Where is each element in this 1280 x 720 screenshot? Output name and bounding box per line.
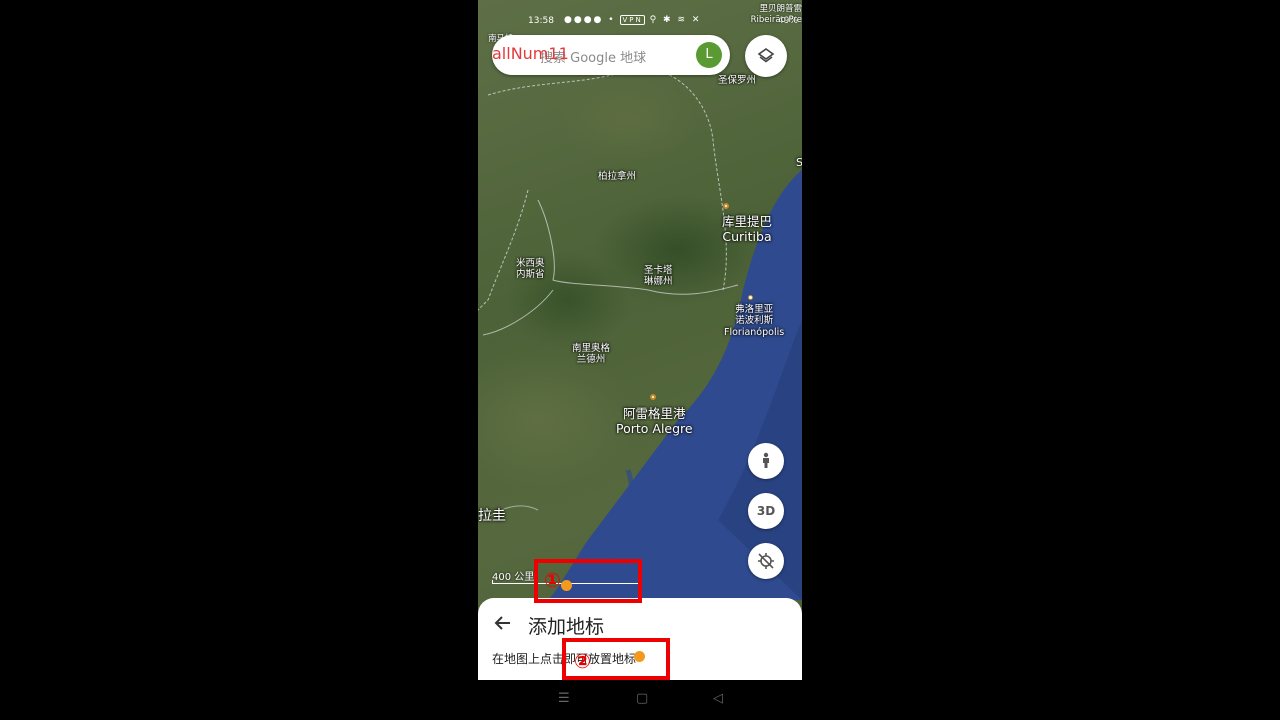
- map-label-parana: 柏拉拿州: [598, 171, 637, 182]
- vpn-badge: VPN: [620, 15, 645, 25]
- signal-icons: ⚲ ✱ ≋ ✕: [649, 15, 702, 25]
- annotation-dot-2: [634, 651, 645, 662]
- map-label-florianopolis[interactable]: 弗洛里亚 诺波利斯 Florianópolis: [724, 304, 784, 338]
- city-pin-florianopolis[interactable]: [748, 295, 753, 300]
- layers-button[interactable]: [745, 35, 787, 77]
- porto-alegre-zh: 阿雷格里港: [623, 406, 686, 421]
- santa-catarina-line2: 琳娜州: [644, 276, 673, 288]
- misiones-line1: 米西奥: [516, 258, 545, 269]
- nav-home-button[interactable]: ▢: [636, 691, 648, 706]
- system-nav-bar: ☰ ▢ ◁: [478, 680, 802, 720]
- notification-icon: ●●●●: [564, 15, 604, 25]
- porto-alegre-en: Porto Alegre: [616, 421, 693, 436]
- status-app-icons: ●●●● • VPN ⚲ ✱ ≋ ✕: [564, 15, 701, 25]
- rio-grande-line2: 兰德州: [576, 354, 606, 366]
- street-view-icon: [763, 452, 769, 468]
- nav-back-button[interactable]: ◁: [713, 691, 723, 706]
- map-label-rio-grande: 南里奥格 兰德州: [572, 343, 610, 366]
- locate-off-icon: [758, 553, 774, 569]
- map-label-edge: S: [796, 156, 802, 169]
- map-label-curitiba[interactable]: 库里提巴 Curitiba: [722, 214, 772, 244]
- florianopolis-line1: 弗洛里亚: [735, 304, 774, 315]
- annotation-dot-1: [561, 580, 572, 591]
- florianopolis-line2: 诺波利斯: [735, 315, 774, 327]
- overlay-top-right-line1: 里贝朗普雷: [759, 4, 802, 14]
- overlay-red-text: allNum11: [492, 44, 569, 63]
- curitiba-zh: 库里提巴: [722, 214, 773, 229]
- dot-icon: •: [608, 15, 616, 25]
- map-label-uruguay: 拉圭: [478, 508, 506, 524]
- annotation-marker-2: ②: [574, 649, 591, 673]
- map-label-porto-alegre[interactable]: 阿雷格里港 Porto Alegre: [616, 406, 693, 436]
- overlay-top-right-line2: Ribeirão Pre: [750, 15, 802, 26]
- curitiba-en: Curitiba: [722, 229, 772, 244]
- misiones-line2: 内斯省: [516, 269, 545, 281]
- florianopolis-en: Florianópolis: [724, 326, 785, 338]
- nav-menu-button[interactable]: ☰: [558, 691, 570, 706]
- santa-catarina-line1: 圣卡塔: [644, 265, 673, 276]
- 3d-button[interactable]: 3D: [748, 493, 784, 529]
- city-pin-porto-alegre[interactable]: [650, 394, 656, 400]
- layers-icon: [757, 48, 775, 63]
- street-view-button[interactable]: [748, 443, 784, 479]
- account-avatar[interactable]: L: [696, 42, 722, 68]
- map-label-sao-paulo: 圣保罗州: [718, 75, 757, 86]
- map-label-santa-catarina: 圣卡塔 琳娜州: [644, 265, 673, 288]
- map-scale: 400 公里: [492, 568, 640, 584]
- status-time: 13:58: [528, 16, 554, 26]
- sheet-title: 添加地标: [528, 616, 605, 638]
- map-label-misiones: 米西奥 内斯省: [516, 258, 545, 281]
- annotation-marker-1: ①: [544, 568, 561, 592]
- back-arrow-icon[interactable]: [492, 612, 514, 634]
- phone-screen: 圣保罗州 柏拉拿州 库里提巴 Curitiba 米西奥 内斯省 圣卡塔 琳娜州 …: [478, 0, 802, 720]
- overlay-top-right: 里贝朗普雷 Ribeirão Pre: [751, 4, 802, 26]
- city-pin-curitiba[interactable]: [723, 203, 729, 209]
- locate-button[interactable]: [748, 543, 784, 579]
- rio-grande-line1: 南里奥格: [572, 343, 611, 354]
